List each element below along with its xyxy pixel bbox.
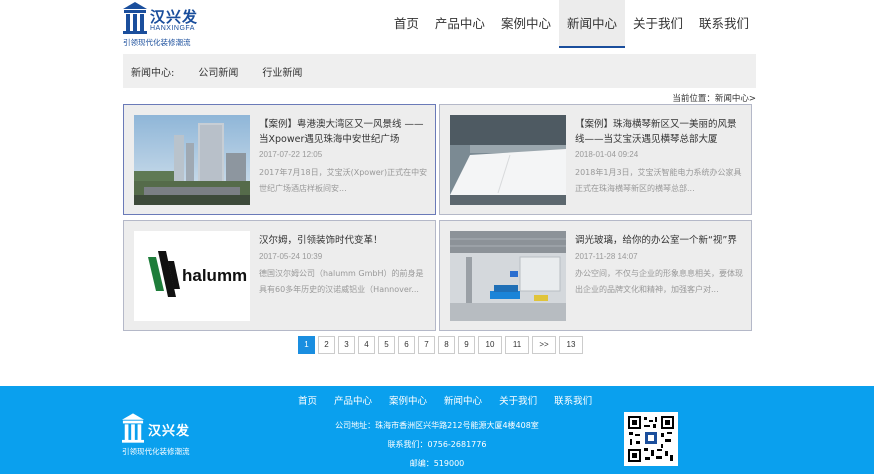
page-11-button[interactable]: 11 [505,336,529,354]
news-card[interactable]: 调光玻璃，给你的办公室一个新“视”界 2017-11-28 14:07 办公空间… [439,220,752,331]
footer-nav-home[interactable]: 首页 [298,393,317,407]
news-thumbnail-building[interactable] [134,115,250,205]
footer-zip: 邮编：519000 [409,459,465,468]
qr-code-icon [624,412,678,466]
news-date: 2017-11-28 14:07 [575,252,638,261]
news-date: 2017-05-24 10:39 [259,252,323,261]
last-page-button[interactable]: 13 [559,336,583,354]
news-category-bar: 新闻中心: 公司新闻 行业新闻 [123,54,756,88]
footer-nav: 首页 产品中心 案例中心 新闻中心 关于我们 联系我们 [298,393,609,407]
site-footer: 首页 产品中心 案例中心 新闻中心 关于我们 联系我们 汉兴发 引领现代化装修潮… [0,386,874,474]
nav-products[interactable]: 产品中心 [427,0,493,48]
category-label: 新闻中心: [131,67,175,79]
brand-logo[interactable]: 汉兴发 HANXINGFA 引领现代化装修潮流 [123,2,199,47]
next-pages-button[interactable]: >> [532,336,556,354]
page-5-button[interactable]: 5 [378,336,395,354]
nav-about[interactable]: 关于我们 [625,0,691,48]
nav-contact[interactable]: 联系我们 [691,0,757,48]
main-nav: 首页 产品中心 案例中心 新闻中心 关于我们 联系我们 [386,0,757,50]
page-3-button[interactable]: 3 [338,336,355,354]
halumm-logo-text: halumm [182,266,247,285]
category-company-news[interactable]: 公司新闻 [198,64,238,79]
news-title[interactable]: 【案例】粤港澳大湾区又一风景线 ——当Xpower遇见珠海中安世纪广场 [259,117,429,147]
news-summary: 2018年1月3日，艾宝沃智能电力系统办公家具正式在珠海横琴新区的横琴总部... [575,168,742,193]
meeting-table-photo-icon [450,115,566,205]
building-logo-icon [123,2,147,34]
breadcrumb: 当前位置：新闻中心> [672,94,756,104]
news-title[interactable]: 【案例】珠海横琴新区又一美丽的风景线——当艾宝沃遇见横琴总部大厦 [575,117,745,147]
page-6-button[interactable]: 6 [398,336,415,354]
building-photo-icon [134,115,250,205]
news-date: 2017-07-22 12:05 [259,150,323,159]
news-thumbnail-meeting-room[interactable] [450,115,566,205]
footer-phone: 联系我们：0756-2681776 [387,440,487,449]
page-1-button[interactable]: 1 [298,336,315,354]
footer-nav-cases[interactable]: 案例中心 [389,393,427,407]
page-9-button[interactable]: 9 [458,336,475,354]
nav-news[interactable]: 新闻中心 [558,0,625,48]
page-7-button[interactable]: 7 [418,336,435,354]
pagination: 1 2 3 4 5 6 7 8 9 10 11 >> 13 [298,336,586,354]
news-summary: 办公空间，不仅与企业的形象息息相关，要体现出企业的品牌文化和精神，加强客户对..… [575,269,743,294]
footer-nav-products[interactable]: 产品中心 [334,393,372,407]
page-2-button[interactable]: 2 [318,336,335,354]
footer-nav-contact[interactable]: 联系我们 [554,393,592,407]
page-10-button[interactable]: 10 [478,336,502,354]
halumm-logo-icon: halumm [134,231,250,321]
footer-address: 公司地址：珠海市香洲区兴华路212号能源大厦4楼408室 [335,421,539,430]
news-thumbnail-halumm[interactable]: halumm [134,231,250,321]
nav-cases[interactable]: 案例中心 [493,0,559,48]
page-8-button[interactable]: 8 [438,336,455,354]
news-summary: 德国汉尔姆公司（halumm GmbH）的前身是具有60多年历史的汉诺威铝业（H… [259,269,424,294]
nav-home[interactable]: 首页 [386,0,427,48]
news-date: 2018-01-04 09:24 [575,150,639,159]
news-card[interactable]: 【案例】珠海横琴新区又一美丽的风景线——当艾宝沃遇见横琴总部大厦 2018-01… [439,104,752,215]
footer-nav-about[interactable]: 关于我们 [499,393,537,407]
footer-nav-news[interactable]: 新闻中心 [444,393,482,407]
site-header: 汉兴发 HANXINGFA 引领现代化装修潮流 首页 产品中心 案例中心 新闻中… [0,0,874,50]
category-industry-news[interactable]: 行业新闻 [262,64,302,79]
brand-name-cn: 汉兴发 [150,8,199,26]
brand-name-en: HANXINGFA [150,25,195,32]
news-thumbnail-office[interactable] [450,231,566,321]
news-card[interactable]: halumm 汉尔姆，引领装饰时代变革！ 2017-05-24 10:39 德国… [123,220,436,331]
brand-tagline: 引领现代化装修潮流 [123,38,191,47]
office-interior-photo-icon [450,231,566,321]
news-summary: 2017年7月18日，艾宝沃(Xpower)正式在中安世纪广场酒店样板间安... [259,168,428,193]
news-title[interactable]: 调光玻璃，给你的办公室一个新“视”界 [575,233,745,248]
news-title[interactable]: 汉尔姆，引领装饰时代变革！ [259,233,429,248]
page-4-button[interactable]: 4 [358,336,375,354]
news-card[interactable]: 【案例】粤港澳大湾区又一风景线 ——当Xpower遇见珠海中安世纪广场 2017… [123,104,436,215]
